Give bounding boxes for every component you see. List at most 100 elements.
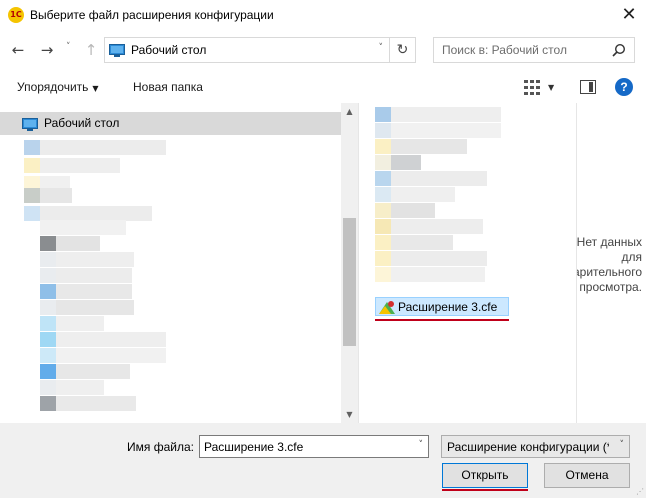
blurred-tree-entry: [56, 396, 136, 411]
search-input[interactable]: [434, 38, 610, 62]
blurred-file-entry: [391, 107, 501, 122]
file-list[interactable]: Расширение 3.cfe: [358, 103, 576, 423]
blurred-tree-icon: [40, 316, 56, 331]
preview-line: просмотра.: [579, 280, 642, 294]
blurred-file-icon: [375, 219, 391, 234]
tree-item-label: Рабочий стол: [44, 116, 120, 130]
desktop-folder-icon: [109, 44, 125, 57]
blurred-file-entry: [391, 155, 421, 170]
back-button[interactable]: ←: [8, 40, 28, 60]
filename-combobox[interactable]: ˅: [199, 435, 429, 458]
search-icon[interactable]: [612, 43, 626, 57]
preview-line: предварительного: [577, 265, 642, 279]
navigation-pane[interactable]: Рабочий стол: [0, 103, 341, 423]
window-title: Выберите файл расширения конфигурации: [30, 8, 274, 22]
address-bar[interactable]: Рабочий стол ˅: [104, 37, 390, 63]
blurred-tree-icon: [40, 364, 56, 379]
tree-item-desktop[interactable]: Рабочий стол: [0, 112, 341, 135]
blurred-file-entry: [391, 267, 485, 282]
blurred-file-icon: [375, 267, 391, 282]
blurred-tree-entry: [40, 206, 152, 221]
blurred-tree-entry: [56, 268, 132, 283]
blurred-tree-icon: [24, 140, 40, 155]
blurred-file-entry: [391, 123, 501, 138]
file-type-filter[interactable]: Расширение конфигурации (*.cfe) ˅: [441, 435, 630, 458]
blurred-tree-icon: [40, 348, 56, 363]
command-toolbar: Упорядочить ▼ Новая папка ▼ ?: [0, 71, 646, 103]
filename-input[interactable]: [200, 436, 406, 457]
highlight-underline: [442, 489, 528, 491]
blurred-file-icon: [375, 203, 391, 218]
blurred-file-icon: [375, 123, 391, 138]
blurred-tree-entry: [40, 188, 72, 203]
blurred-file-entry: [391, 187, 455, 202]
blurred-tree-icon: [40, 332, 56, 347]
filename-label: Имя файла:: [127, 440, 194, 454]
close-button[interactable]: ✕: [612, 0, 646, 31]
cfe-file-icon: [379, 301, 395, 314]
recent-locations-dropdown[interactable]: ˅: [66, 42, 71, 52]
navigation-bar: ← → ˅ ↑ Рабочий стол ˅ ↻: [0, 31, 646, 71]
1c-logo-icon: 1С: [8, 7, 24, 23]
blurred-file-entry: [391, 171, 487, 186]
blurred-tree-icon: [24, 206, 40, 221]
blurred-file-icon: [375, 155, 391, 170]
blurred-tree-entry: [56, 284, 132, 299]
scroll-thumb[interactable]: [343, 218, 356, 346]
preview-message: Нет данных для предварительного просмотр…: [576, 235, 642, 295]
forward-button[interactable]: →: [37, 40, 57, 60]
new-folder-button[interactable]: Новая папка: [133, 80, 203, 94]
blurred-tree-entry: [40, 158, 120, 173]
desktop-folder-icon: [22, 118, 38, 131]
view-options-icon[interactable]: [524, 80, 542, 95]
blurred-tree-icon: [40, 380, 56, 395]
address-text: Рабочий стол: [131, 43, 207, 57]
blurred-file-entry: [391, 251, 487, 266]
blurred-tree-entry: [56, 300, 134, 315]
chevron-down-icon[interactable]: ˅: [620, 440, 625, 450]
help-icon[interactable]: ?: [615, 78, 633, 96]
blurred-tree-entry: [56, 236, 100, 251]
file-item-selected[interactable]: Расширение 3.cfe: [375, 297, 509, 316]
blurred-tree-icon: [40, 252, 56, 267]
blurred-tree-entry: [56, 380, 104, 395]
caret-down-icon: ▼: [92, 84, 99, 93]
refresh-button[interactable]: ↻: [390, 37, 416, 63]
blurred-tree-icon: [24, 158, 40, 173]
organize-button[interactable]: Упорядочить ▼: [17, 80, 99, 94]
open-button[interactable]: Открыть: [442, 463, 528, 488]
blurred-tree-entry: [56, 316, 104, 331]
chevron-down-icon[interactable]: ˅: [419, 440, 424, 450]
preview-pane-toggle-icon[interactable]: [580, 80, 596, 94]
blurred-tree-icon: [40, 236, 56, 251]
highlight-underline: [375, 319, 509, 321]
scroll-down-icon[interactable]: ▼: [341, 406, 358, 423]
blurred-tree-entry: [56, 364, 130, 379]
blurred-tree-icon: [40, 300, 56, 315]
blurred-tree-entry: [56, 252, 134, 267]
blurred-file-entry: [391, 235, 453, 250]
up-button[interactable]: ↑: [81, 40, 101, 60]
blurred-tree-entry: [56, 332, 166, 347]
blurred-file-icon: [375, 235, 391, 250]
preview-line: Нет данных: [576, 235, 642, 249]
blurred-file-entry: [391, 139, 467, 154]
cancel-button[interactable]: Отмена: [544, 463, 630, 488]
preview-pane: Нет данных для предварительного просмотр…: [576, 103, 646, 423]
blurred-tree-entry: [56, 348, 166, 363]
title-bar: 1С Выберите файл расширения конфигурации…: [0, 0, 646, 31]
resize-grip-icon[interactable]: ⋰: [636, 487, 644, 496]
scroll-up-icon[interactable]: ▲: [341, 103, 358, 120]
file-item-label: Расширение 3.cfe: [398, 300, 498, 314]
blurred-tree-entry: [40, 220, 126, 235]
blurred-tree-entry: [40, 140, 166, 155]
blurred-file-icon: [375, 171, 391, 186]
search-box[interactable]: [433, 37, 635, 63]
organize-label: Упорядочить: [17, 80, 89, 94]
preview-line: для: [621, 250, 642, 264]
chevron-down-icon[interactable]: ˅: [379, 43, 384, 53]
tree-scrollbar[interactable]: ▲ ▼: [341, 103, 358, 423]
blurred-tree-icon: [40, 268, 56, 283]
blurred-tree-icon: [40, 284, 56, 299]
view-options-dropdown[interactable]: ▼: [548, 83, 554, 92]
